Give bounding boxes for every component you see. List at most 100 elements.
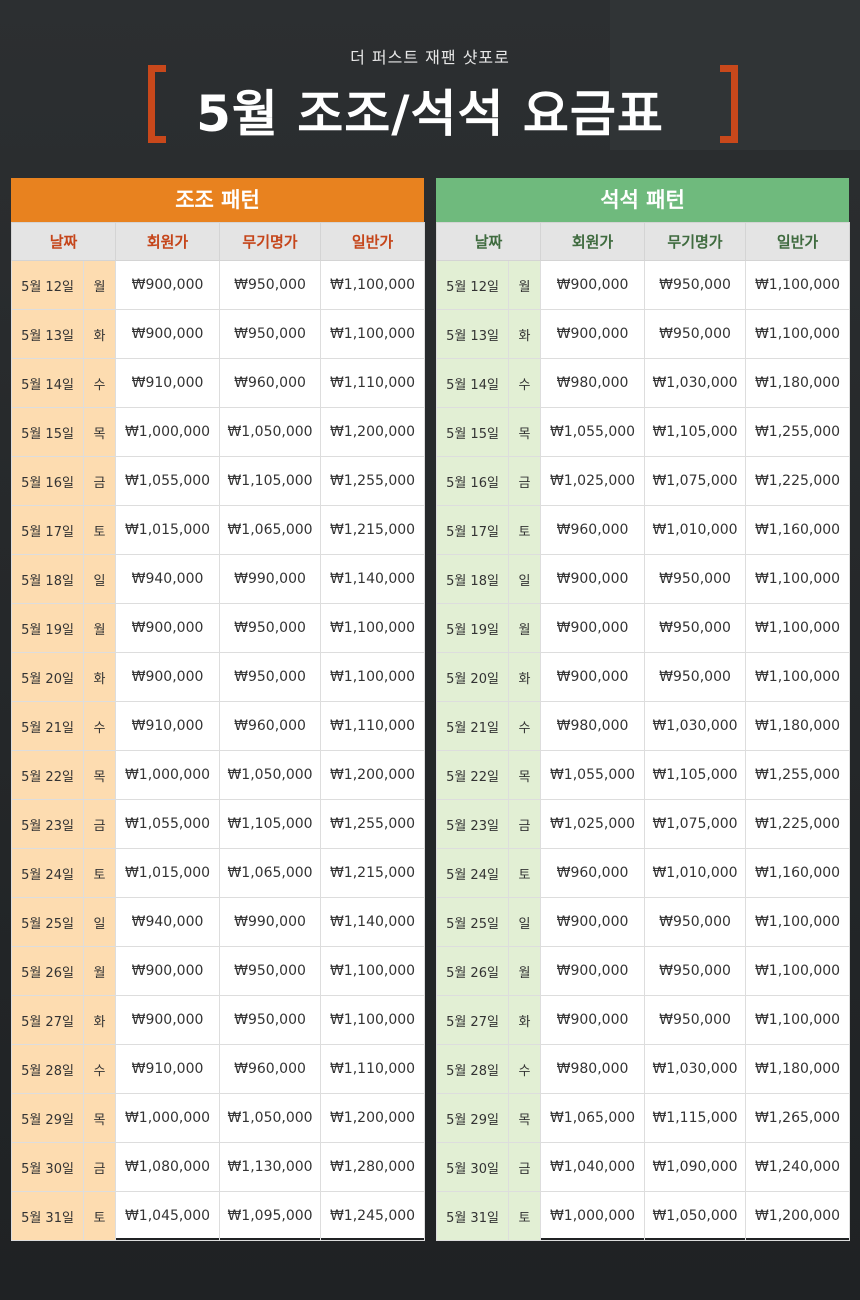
member-price-cell: ₩900,000 — [115, 995, 221, 1045]
table-row: 5월 16일 금 ₩1,025,000 ₩1,075,000 ₩1,225,000 — [436, 456, 851, 506]
day-cell: 금 — [507, 456, 542, 506]
date-cell: 5월 25일 — [11, 897, 84, 947]
date-cell: 5월 15일 — [436, 407, 509, 457]
sky-price-cell: ₩1,050,000 — [644, 1191, 747, 1241]
col-general-header: 일반가 — [745, 222, 851, 261]
sky-price-cell: ₩1,105,000 — [644, 750, 747, 800]
date-cell: 5월 21일 — [436, 701, 509, 751]
sky-price-cell: ₩1,050,000 — [219, 407, 322, 457]
day-cell: 화 — [507, 309, 542, 359]
sky-price-cell: ₩950,000 — [644, 897, 747, 947]
date-cell: 5월 22일 — [11, 750, 84, 800]
table-row: 5월 21일 수 ₩980,000 ₩1,030,000 ₩1,180,000 — [436, 701, 851, 751]
sky-price-cell: ₩1,050,000 — [219, 1093, 322, 1143]
date-cell: 5월 18일 — [11, 554, 84, 604]
sky-price-cell: ₩1,105,000 — [219, 799, 322, 849]
member-price-cell: ₩960,000 — [540, 848, 646, 898]
date-cell: 5월 12일 — [436, 260, 509, 310]
general-price-cell: ₩1,180,000 — [745, 701, 851, 751]
table-row: 5월 29일 목 ₩1,000,000 ₩1,050,000 ₩1,200,000 — [11, 1093, 426, 1143]
general-price-cell: ₩1,110,000 — [320, 701, 426, 751]
sky-price-cell: ₩960,000 — [219, 1044, 322, 1094]
date-cell: 5월 15일 — [11, 407, 84, 457]
right-bracket-icon — [720, 65, 738, 143]
day-cell: 금 — [507, 1142, 542, 1192]
date-cell: 5월 24일 — [11, 848, 84, 898]
member-price-cell: ₩1,000,000 — [115, 407, 221, 457]
date-cell: 5월 27일 — [11, 995, 84, 1045]
sky-price-cell: ₩950,000 — [219, 309, 322, 359]
morning-table-body: 5월 12일 월 ₩900,000 ₩950,000 ₩1,100,000 5월 13일 화… — [11, 260, 426, 1241]
general-price-cell: ₩1,100,000 — [320, 603, 426, 653]
sky-price-cell: ₩950,000 — [219, 995, 322, 1045]
table-row: 5월 26일 월 ₩900,000 ₩950,000 ₩1,100,000 — [11, 946, 426, 996]
sky-price-cell: ₩950,000 — [219, 603, 322, 653]
member-price-cell: ₩980,000 — [540, 701, 646, 751]
day-cell: 화 — [507, 995, 542, 1045]
day-cell: 토 — [507, 848, 542, 898]
table-row: 5월 25일 일 ₩900,000 ₩950,000 ₩1,100,000 — [436, 897, 851, 947]
table-row: 5월 25일 일 ₩940,000 ₩990,000 ₩1,140,000 — [11, 897, 426, 947]
member-price-cell: ₩910,000 — [115, 701, 221, 751]
general-price-cell: ₩1,255,000 — [320, 456, 426, 506]
sky-price-cell: ₩1,090,000 — [644, 1142, 747, 1192]
day-cell: 일 — [82, 897, 117, 947]
table-row: 5월 31일 토 ₩1,045,000 ₩1,095,000 ₩1,245,000 — [11, 1191, 426, 1241]
date-cell: 5월 21일 — [11, 701, 84, 751]
general-price-cell: ₩1,100,000 — [745, 995, 851, 1045]
general-price-cell: ₩1,100,000 — [745, 554, 851, 604]
table-row: 5월 16일 금 ₩1,055,000 ₩1,105,000 ₩1,255,000 — [11, 456, 426, 506]
table-row: 5월 19일 월 ₩900,000 ₩950,000 ₩1,100,000 — [436, 603, 851, 653]
table-row: 5월 27일 화 ₩900,000 ₩950,000 ₩1,100,000 — [11, 995, 426, 1045]
table-row: 5월 30일 금 ₩1,040,000 ₩1,090,000 ₩1,240,000 — [436, 1142, 851, 1192]
day-cell: 목 — [507, 407, 542, 457]
general-price-cell: ₩1,100,000 — [745, 260, 851, 310]
table-row: 5월 17일 토 ₩1,015,000 ₩1,065,000 ₩1,215,000 — [11, 505, 426, 555]
member-price-cell: ₩960,000 — [540, 505, 646, 555]
table-row: 5월 12일 월 ₩900,000 ₩950,000 ₩1,100,000 — [11, 260, 426, 310]
sky-price-cell: ₩1,130,000 — [219, 1142, 322, 1192]
date-cell: 5월 16일 — [436, 456, 509, 506]
member-price-cell: ₩900,000 — [540, 260, 646, 310]
day-cell: 목 — [507, 1093, 542, 1143]
member-price-cell: ₩900,000 — [540, 897, 646, 947]
morning-table-title: 조조 패턴 — [11, 178, 424, 222]
evening-table: 날짜 회원가 무기명가 일반가 5월 12일 월 ₩900,000 ₩950,000 ₩… — [435, 222, 851, 1241]
general-price-cell: ₩1,225,000 — [745, 799, 851, 849]
table-row: 5월 27일 화 ₩900,000 ₩950,000 ₩1,100,000 — [436, 995, 851, 1045]
evening-table-body: 5월 12일 월 ₩900,000 ₩950,000 ₩1,100,000 5월 13일 화… — [436, 260, 851, 1241]
member-price-cell: ₩980,000 — [540, 358, 646, 408]
day-cell: 토 — [507, 505, 542, 555]
member-price-cell: ₩1,040,000 — [540, 1142, 646, 1192]
day-cell: 토 — [82, 505, 117, 555]
date-cell: 5월 16일 — [11, 456, 84, 506]
general-price-cell: ₩1,100,000 — [320, 946, 426, 996]
table-row: 5월 18일 일 ₩940,000 ₩990,000 ₩1,140,000 — [11, 554, 426, 604]
general-price-cell: ₩1,200,000 — [320, 407, 426, 457]
member-price-cell: ₩1,055,000 — [115, 799, 221, 849]
day-cell: 수 — [507, 1044, 542, 1094]
member-price-cell: ₩910,000 — [115, 358, 221, 408]
table-row: 5월 20일 화 ₩900,000 ₩950,000 ₩1,100,000 — [436, 652, 851, 702]
date-cell: 5월 13일 — [11, 309, 84, 359]
col-member-header: 회원가 — [115, 222, 221, 261]
member-price-cell: ₩1,015,000 — [115, 505, 221, 555]
member-price-cell: ₩1,080,000 — [115, 1142, 221, 1192]
sky-price-cell: ₩950,000 — [219, 652, 322, 702]
day-cell: 금 — [82, 799, 117, 849]
col-date-header: 날짜 — [10, 222, 117, 261]
day-cell: 금 — [507, 799, 542, 849]
sky-price-cell: ₩1,065,000 — [219, 505, 322, 555]
table-row: 5월 31일 토 ₩1,000,000 ₩1,050,000 ₩1,200,000 — [436, 1191, 851, 1241]
day-cell: 화 — [507, 652, 542, 702]
sky-price-cell: ₩950,000 — [644, 603, 747, 653]
general-price-cell: ₩1,255,000 — [745, 407, 851, 457]
morning-header-row: 날짜 회원가 무기명가 일반가 — [10, 222, 426, 261]
table-row: 5월 22일 목 ₩1,000,000 ₩1,050,000 ₩1,200,000 — [11, 750, 426, 800]
morning-table: 날짜 회원가 무기명가 일반가 5월 12일 월 ₩900,000 ₩950,000 ₩… — [10, 222, 426, 1241]
date-cell: 5월 31일 — [11, 1191, 84, 1241]
member-price-cell: ₩900,000 — [540, 946, 646, 996]
general-price-cell: ₩1,255,000 — [745, 750, 851, 800]
table-row: 5월 24일 토 ₩1,015,000 ₩1,065,000 ₩1,215,000 — [11, 848, 426, 898]
date-cell: 5월 28일 — [436, 1044, 509, 1094]
